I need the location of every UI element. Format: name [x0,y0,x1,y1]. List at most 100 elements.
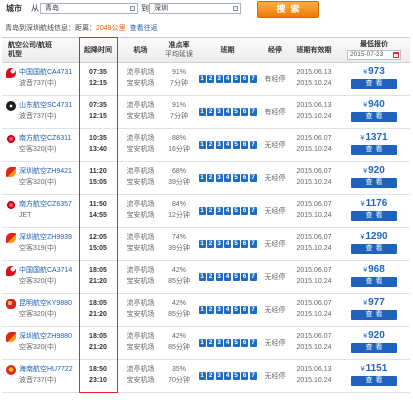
lowest-price: ¥1176 [361,198,388,210]
punctuality-cell: 88% 16分钟 [163,129,195,161]
average-delay: 85分钟 [168,278,190,285]
view-button[interactable]: 查看 [351,145,397,155]
schedule-day: 6 [241,207,248,215]
average-delay: 85分钟 [168,344,190,351]
view-button[interactable]: 查看 [351,310,397,320]
on-time-rate: 42% [171,300,186,307]
round-trip-link[interactable]: 查看往返 [130,25,158,32]
shandong-airlines-logo-icon [6,101,16,111]
arrival-city-value: 深圳 [154,5,168,12]
city-picker-icon[interactable] [130,6,135,11]
schedule-day: 7 [249,174,257,182]
schedule-day: 6 [241,141,248,149]
schedule-day: 1 [198,339,206,347]
schedule-cell: 1 2 3 4 5 6 7 [195,63,260,95]
arrival-airport: 宝安机场 [126,278,155,285]
aircraft-type: 空客320(中) [19,311,57,318]
flight-link[interactable]: 深圳航空ZH9880 [19,331,72,342]
lowest-price: ¥968 [363,264,385,276]
valid-to: 2015.10.24 [296,344,332,351]
schedule-cell: 1 2 3 4 5 6 7 [195,360,260,392]
flight-link[interactable]: 山东航空SC4731 [19,100,72,111]
flight-link[interactable]: 中国国航CA4731 [19,67,72,78]
on-time-rate: 68% [171,168,186,175]
view-button[interactable]: 查看 [351,211,397,221]
aircraft-type: 空客320(中) [19,344,57,351]
departure-time: 18:50 [89,366,107,373]
schedule-day: 4 [224,174,231,182]
validity-cell: 2015.06.07 2015.10.24 [290,294,338,326]
time-cell: 11:50 14:55 [78,195,118,227]
view-button[interactable]: 查看 [351,79,397,89]
punctuality-cell: 74% 39分钟 [163,228,195,260]
airline-name: 中国国航 [19,267,47,274]
schedule-days: 1 2 3 4 5 6 7 [198,141,257,149]
shenzhen-airlines-logo-icon [6,332,16,342]
price-cell: ¥920 查看 [338,327,410,359]
flight-link[interactable]: 中国国航CA3714 [19,265,72,276]
arrival-city-input[interactable]: 深圳 [149,3,241,14]
schedule-day: 5 [232,141,240,149]
flight-link[interactable]: 昆明航空KY9880 [19,298,72,309]
flight-link[interactable]: 海南航空HU7722 [19,364,73,375]
calendar-icon[interactable] [393,52,399,58]
airport-cell: 流亭机场 宝安机场 [118,162,163,194]
flight-link[interactable]: 深圳航空ZH9939 [19,232,72,243]
flight-number: CZ6357 [47,201,72,208]
flight-row: 深圳航空ZH9421 空客320(中) 11:20 15:05 流亭机场 宝安机… [2,162,410,195]
view-button[interactable]: 查看 [351,376,397,386]
time-cell: 18:05 21:20 [78,327,118,359]
schedule-day: 3 [215,306,223,314]
departure-city-input[interactable]: 青岛 [40,3,138,14]
flight-link[interactable]: 深圳航空ZH9421 [19,166,72,177]
departure-airport: 流亭机场 [126,102,155,109]
airline-info: 深圳航空ZH9421 空客320(中) [19,166,72,188]
on-time-rate: 42% [171,333,186,340]
schedule-day: 7 [249,339,257,347]
search-button[interactable]: 搜索 [257,1,319,18]
currency-symbol: ¥ [363,168,368,175]
validity-cell: 2015.06.07 2015.10.24 [290,195,338,227]
validity-cell: 2015.06.13 2015.10.24 [290,63,338,95]
punctuality-cell: 42% 85分钟 [163,261,195,293]
price-cell: ¥1176 查看 [338,195,410,227]
air-china-logo-icon [6,68,16,78]
schedule-day: 2 [207,240,214,248]
header-times-label: 起降时间 [84,46,112,54]
schedule-day: 3 [215,207,223,215]
departure-time: 12:05 [89,234,107,241]
currency-symbol: ¥ [360,366,365,373]
to-label: 到 [141,4,149,13]
departure-time: 18:05 [89,333,107,340]
flight-link[interactable]: 南方航空CZ6311 [19,133,71,144]
schedule-day: 3 [215,75,223,83]
punctuality-cell: 68% 39分钟 [163,162,195,194]
stops-cell: 有经停 [260,63,290,95]
search-bar: 城市 从 青岛 到 深圳 搜索 [0,0,413,21]
time-cell: 18:05 21:20 [78,261,118,293]
city-picker-icon[interactable] [233,6,238,11]
date-input[interactable]: 2015-07-23 [347,50,401,60]
valid-to: 2015.10.24 [296,80,332,87]
on-time-rate: 74% [171,234,186,241]
currency-symbol: ¥ [363,267,368,274]
header-lowest-price-label: 最低报价 [360,41,388,48]
departure-time: 07:35 [89,69,107,76]
view-button[interactable]: 查看 [351,343,397,353]
view-button[interactable]: 查看 [351,244,397,254]
stops-cell: 无经停 [260,261,290,293]
schedule-days: 1 2 3 4 5 6 7 [198,108,257,116]
schedule-day: 3 [215,240,223,248]
from-label: 从 [31,4,39,13]
on-time-rate: 91% [171,102,186,109]
shenzhen-airlines-logo-icon [6,167,16,177]
view-button[interactable]: 查看 [351,112,397,122]
price-cell: ¥1371 查看 [338,129,410,161]
airline-info: 深圳航空ZH9880 空客320(中) [19,331,72,353]
view-button[interactable]: 查看 [351,277,397,287]
flight-link[interactable]: 南方航空CZ6357 [19,199,72,210]
view-button[interactable]: 查看 [351,178,397,188]
validity-cell: 2015.06.07 2015.10.24 [290,327,338,359]
stops-text: 有经停 [264,108,286,116]
arrival-airport: 宝安机场 [126,113,155,120]
